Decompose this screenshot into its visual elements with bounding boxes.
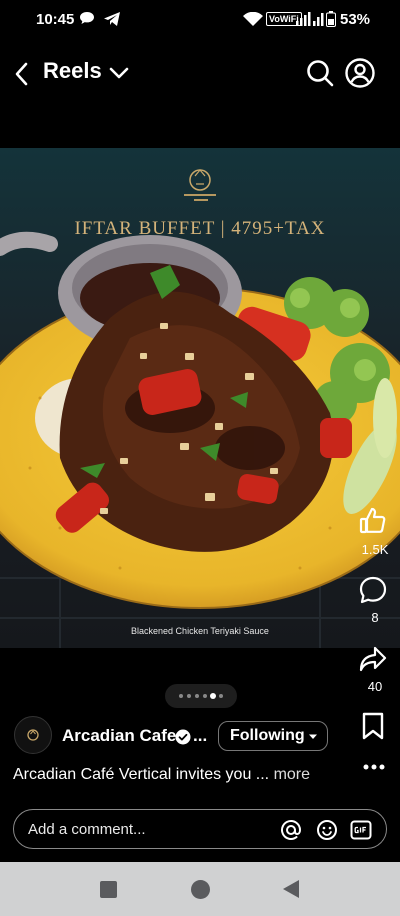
more-options-icon[interactable] — [362, 760, 386, 774]
carousel-dot — [187, 694, 191, 698]
profile-icon[interactable] — [344, 57, 376, 89]
like-count: 1.5K — [361, 542, 389, 557]
comment-placeholder: Add a comment... — [28, 821, 146, 838]
status-battery: 53% — [340, 11, 371, 28]
comment-input[interactable]: Add a comment... — [13, 809, 387, 849]
carousel-dot-active — [210, 693, 216, 699]
carousel-indicator[interactable] — [165, 684, 237, 708]
comment-icon[interactable] — [358, 575, 388, 605]
reel-video[interactable]: IFTAR BUFFET | 4795+TAX Blackened Chicke… — [0, 148, 400, 648]
status-time: 10:45 — [36, 11, 75, 28]
home-button[interactable] — [191, 880, 210, 899]
mention-icon[interactable] — [280, 819, 302, 841]
page-title[interactable]: Reels — [43, 58, 102, 84]
carousel-dot — [195, 694, 199, 698]
battery-icon — [326, 11, 336, 27]
carousel-dot — [203, 694, 207, 698]
bookmark-icon[interactable] — [361, 712, 385, 740]
chat-bubble-icon — [80, 12, 94, 24]
caption-more-link[interactable]: more — [274, 766, 310, 783]
search-icon[interactable] — [305, 58, 335, 88]
caption-text: Arcadian Café Vertical invites you ... — [13, 766, 270, 783]
carousel-dot — [179, 694, 183, 698]
author-name-ellipsis: ... — [193, 726, 208, 745]
comment-count: 8 — [371, 610, 379, 625]
carousel-dot — [219, 694, 223, 698]
like-icon[interactable] — [358, 506, 388, 536]
telegram-icon — [104, 12, 120, 26]
following-button[interactable]: Following — [218, 721, 328, 751]
author-name[interactable]: Arcadian Cafe — [62, 726, 176, 746]
back-triangle-icon[interactable] — [282, 879, 300, 899]
following-label: Following — [230, 727, 305, 744]
caret-down-icon — [309, 734, 317, 739]
promo-title: IFTAR BUFFET | 4795+TAX — [74, 218, 326, 239]
post-caption[interactable]: Arcadian Café Vertical invites you ... m… — [13, 766, 310, 784]
wifi-icon — [243, 12, 263, 26]
recents-button[interactable] — [100, 881, 117, 898]
signal-bars-icon — [296, 12, 324, 26]
gif-icon[interactable] — [350, 819, 372, 841]
verified-badge-icon — [175, 729, 191, 745]
dish-caption: Blackened Chicken Teriyaki Sauce — [131, 626, 269, 636]
author-avatar[interactable] — [14, 716, 52, 754]
back-arrow-icon[interactable] — [10, 60, 34, 88]
emoji-icon[interactable] — [316, 819, 338, 841]
cafe-logo-icon — [27, 729, 39, 741]
chevron-down-icon[interactable] — [108, 64, 130, 82]
share-count: 40 — [367, 679, 383, 694]
share-icon[interactable] — [358, 644, 388, 674]
